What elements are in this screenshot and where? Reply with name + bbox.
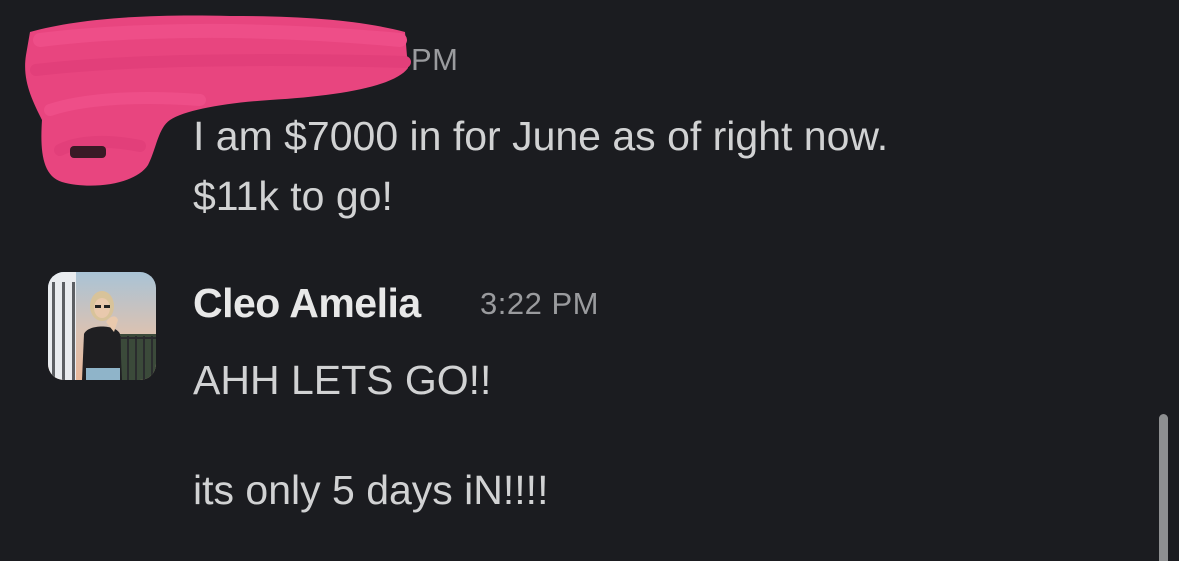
message-text: I am $7000 in for June as of right now. … xyxy=(193,113,889,219)
message-item[interactable]: Cleo Amelia 3:22 PM AHH LETS GO!! its on… xyxy=(0,262,1150,561)
message-text: its only 5 days iN!!!! xyxy=(193,467,549,513)
scrollbar[interactable] xyxy=(1159,414,1168,561)
message-item[interactable]: PM I am $7000 in for June as of right no… xyxy=(0,0,1150,240)
avatar-photo xyxy=(48,272,156,380)
avatar[interactable] xyxy=(48,272,156,380)
message-timestamp[interactable]: 3:22 PM xyxy=(480,286,599,322)
sender-name[interactable]: Cleo Amelia xyxy=(193,280,421,327)
message-text: AHH LETS GO!! xyxy=(193,357,492,403)
message-timestamp[interactable]: PM xyxy=(411,42,459,78)
